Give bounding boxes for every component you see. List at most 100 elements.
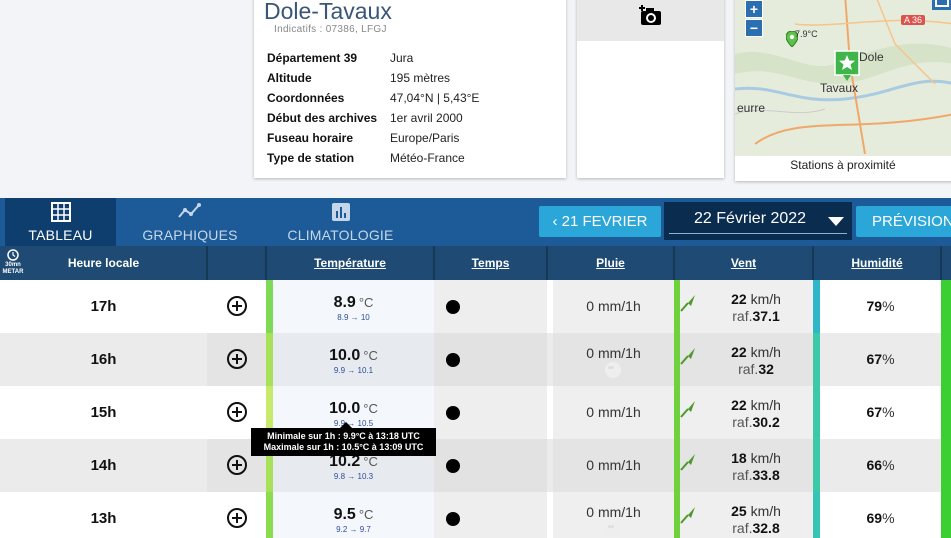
wind-direction-arrow-icon	[680, 401, 695, 418]
row-wind: 18 km/h raf.33.8	[680, 439, 813, 492]
row-edge-bar	[941, 492, 951, 538]
add-photo-camera-icon[interactable]	[639, 4, 663, 28]
row-wind: 22 km/h raf.32	[680, 333, 813, 386]
tooltip-max-line: Maximale sur 1h : 10.5°C à 13:09 UTC	[263, 442, 424, 452]
row-hour: 15h	[0, 386, 207, 439]
station-name: Dole-Tavaux	[264, 0, 392, 24]
humidity-value: 79	[866, 298, 883, 314]
nearby-map[interactable]: + − A 36 7.9°C Dole Tavaux eurre	[735, 0, 951, 156]
row-temperature[interactable]: 8.9 °C 8.9 → 10	[273, 280, 434, 333]
map-city-dole: Dole	[859, 50, 884, 64]
night-clear-icon	[446, 406, 460, 420]
wind-speed-value: 18	[731, 450, 747, 466]
expand-plus-icon[interactable]	[227, 508, 247, 528]
temperature-unit: °C	[358, 295, 374, 310]
row-temperature[interactable]: 10.0 °C 9.9 → 10.1	[273, 333, 434, 386]
fullscreen-icon[interactable]	[932, 0, 951, 10]
tab-tableau[interactable]: TABLEAU	[5, 198, 116, 246]
header-temperature[interactable]: Température	[266, 246, 434, 280]
night-clear-icon	[446, 512, 460, 526]
humidity-value: 69	[866, 510, 883, 526]
row-hour: 13h	[0, 492, 207, 538]
wind-gust-label: raf.	[732, 308, 753, 324]
map-zoom-in-button[interactable]: +	[745, 0, 763, 18]
temperature-min-max: 9.8 → 10.3	[333, 472, 374, 481]
temperature-unit: °C	[363, 401, 378, 416]
wind-gust-value: 32.8	[752, 520, 780, 536]
rain-drops-icon	[605, 521, 621, 537]
expand-plus-icon[interactable]	[227, 402, 247, 422]
row-rain: 0 mm/1h	[553, 280, 674, 333]
row-rain: 0 mm/1h	[553, 333, 674, 386]
expand-plus-icon[interactable]	[227, 455, 247, 475]
tab-graphiques[interactable]: GRAPHIQUES	[130, 198, 250, 246]
previous-day-button[interactable]: ‹ 21 FEVRIER	[539, 206, 661, 237]
header-weather[interactable]: Temps	[434, 246, 547, 280]
temperature-unit: °C	[363, 454, 378, 469]
table-row: 15h 10.0 °C 9.9 → 10.5 0 mm/1h 22 km/h raf.30.…	[0, 386, 951, 439]
humidity-unit: %	[882, 298, 895, 314]
row-wind: 22 km/h raf.37.1	[680, 280, 813, 333]
date-selector[interactable]: 22 Février 2022	[664, 202, 852, 240]
row-humidity: 69%	[820, 492, 941, 538]
row-humidity: 67%	[820, 333, 941, 386]
row-weather	[434, 280, 547, 333]
tab-graphiques-label: GRAPHIQUES	[142, 227, 238, 243]
observations-table-header: 30mn METAR Heure locale Température Temp…	[0, 246, 951, 280]
row-humidity: 66%	[820, 439, 941, 492]
row-rain: 0 mm/1h	[553, 439, 674, 492]
expand-plus-icon[interactable]	[227, 296, 247, 316]
table-row: 17h 8.9 °C 8.9 → 10 0 mm/1h 22 km/h raf.37.1 79…	[0, 280, 951, 333]
temperature-value: 9.5	[333, 506, 356, 523]
humidity-value: 66	[866, 457, 883, 473]
temperature-color-bar	[266, 280, 273, 333]
humidity-color-bar	[813, 333, 820, 386]
humidity-color-bar	[813, 386, 820, 439]
humidity-value: 67	[866, 351, 883, 367]
header-humidity[interactable]: Humidité	[813, 246, 941, 280]
table-row: 14h 10.2 °C 9.8 → 10.3 0 mm/1h 18 km/h raf.33.…	[0, 439, 951, 492]
add-photo-area[interactable]	[577, 0, 724, 41]
temperature-unit: °C	[363, 348, 378, 363]
humidity-color-bar	[813, 280, 820, 333]
header-rain[interactable]: Pluie	[547, 246, 674, 280]
humidity-unit: %	[882, 510, 895, 526]
wind-gust-label: raf.	[732, 414, 753, 430]
info-row: Coordonnées 47,04°N | 5,43°E	[267, 91, 480, 105]
info-row: Début des archives 1er avril 2000	[267, 111, 463, 125]
rain-value: 0 mm/1h	[586, 345, 641, 361]
temperature-tooltip: Minimale sur 1h : 9.9°C à 13:18 UTC Maxi…	[251, 422, 436, 456]
map-temp-label: 7.9°C	[795, 29, 818, 39]
temperature-value: 8.9	[333, 294, 356, 311]
rain-value: 0 mm/1h	[586, 457, 641, 473]
row-weather	[434, 439, 547, 492]
row-temperature[interactable]: 9.5 °C 9.2 → 9.7	[273, 492, 434, 538]
forecast-button[interactable]: PRÉVISIONS	[856, 206, 951, 237]
nearby-stations-caption[interactable]: Stations à proximité	[735, 158, 951, 172]
wind-gust-value: 32	[758, 361, 774, 377]
map-zoom-out-button[interactable]: −	[745, 19, 763, 37]
header-wind[interactable]: Vent	[674, 246, 813, 280]
tab-climatologie[interactable]: CLIMATOLOGIE	[268, 198, 413, 246]
temperature-min-max: 9.9 → 10.5	[333, 419, 374, 428]
wind-gust-label: raf.	[732, 520, 753, 536]
line-chart-icon	[178, 203, 201, 218]
wind-gust-label: raf.	[738, 361, 759, 377]
nearby-stations-map-card: + − A 36 7.9°C Dole Tavaux eurre Station…	[735, 0, 951, 181]
selected-date: 22 Février 2022	[669, 208, 847, 234]
wind-speed-value: 22	[731, 397, 747, 413]
humidity-unit: %	[882, 404, 895, 420]
current-station-star-icon[interactable]	[834, 50, 860, 82]
wind-speed-unit: km/h	[750, 291, 781, 307]
humidity-unit: %	[882, 351, 895, 367]
expand-plus-icon[interactable]	[227, 349, 247, 369]
temperature-color-bar	[266, 333, 273, 386]
tooltip-min-line: Minimale sur 1h : 9.9°C à 13:18 UTC	[267, 431, 420, 441]
station-code: Indicatifs : 07386, LFGJ	[274, 24, 387, 35]
map-city-tavaux: Tavaux	[820, 81, 859, 95]
wind-direction-arrow-icon	[680, 507, 695, 524]
table-row: 13h9.5°C9.2 → 9.70 mm/1h25 km/hraf.32.86…	[0, 492, 951, 538]
station-photo-card	[577, 0, 724, 178]
humidity-color-bar	[813, 439, 820, 492]
humidity-unit: %	[882, 457, 895, 473]
